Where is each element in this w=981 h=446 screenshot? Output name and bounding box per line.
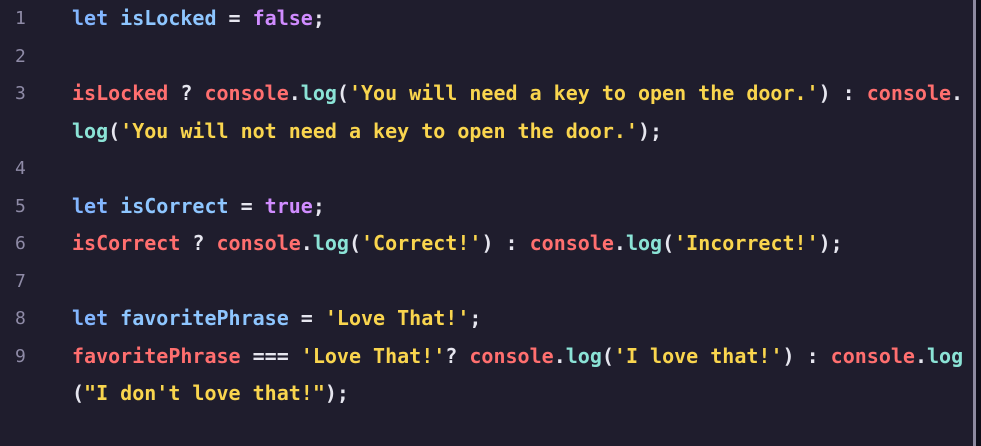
- code-token: "I don't love that!": [84, 381, 325, 405]
- code-token: isCorrect: [120, 193, 229, 218]
- line-number: 8: [15, 308, 26, 329]
- code-token: let: [72, 6, 109, 30]
- code-token: 'Love That!': [324, 306, 470, 330]
- code-token: log: [927, 343, 964, 368]
- code-token: log: [625, 231, 663, 255]
- code-token: .: [553, 343, 566, 368]
- code-text: favoritePhrase === 'Love That!'? console…: [72, 338, 973, 376]
- code-token: 'You will not need a key to open the doo…: [120, 118, 638, 143]
- code-token: log: [72, 118, 109, 143]
- code-token: .: [300, 231, 313, 255]
- code-token: false: [252, 6, 313, 30]
- code-token: ;: [312, 6, 325, 30]
- code-line: ("I don't love that!");: [0, 375, 973, 413]
- code-token: ?: [445, 343, 470, 368]
- line-number: 5: [15, 195, 26, 217]
- code-token: .: [288, 81, 301, 105]
- code-text: let favoritePhrase = 'Love That!';: [72, 300, 973, 338]
- code-token: ) :: [481, 231, 530, 255]
- code-token: .: [914, 343, 927, 368]
- code-token: favoritePhrase: [72, 343, 241, 368]
- code-token: ;: [469, 306, 482, 330]
- code-token: 'Correct!': [361, 231, 482, 255]
- code-token: (: [72, 381, 85, 405]
- code-lines: 1 let isLocked = false; 2 3 isLocked ? conso…: [0, 0, 973, 413]
- code-token: (: [601, 343, 614, 368]
- code-token: isLocked: [120, 6, 217, 30]
- line-number: 7: [15, 270, 26, 292]
- code-token: let: [72, 193, 109, 218]
- code-editor: 1 let isLocked = false; 2 3 isLocked ? conso…: [0, 0, 976, 446]
- code-token: .: [951, 81, 964, 105]
- code-token: );: [818, 231, 843, 255]
- code-token: (: [108, 118, 121, 143]
- code-token: ) :: [818, 81, 867, 105]
- code-text: let isCorrect = true;: [72, 188, 973, 226]
- code-line: 6 isCorrect ? console.log('Correct!') : c…: [0, 225, 973, 263]
- code-token: console: [866, 81, 952, 105]
- code-text: ("I don't love that!");: [72, 375, 973, 413]
- code-line: 7: [0, 263, 973, 301]
- code-token: ) :: [782, 343, 831, 368]
- code-token: .: [613, 231, 626, 255]
- code-token: =: [288, 306, 325, 330]
- code-token: favoritePhrase: [120, 306, 289, 330]
- code-token: =: [228, 193, 265, 218]
- code-token: );: [637, 118, 663, 143]
- code-token: isCorrect: [72, 231, 181, 255]
- code-token: console: [529, 231, 614, 255]
- code-token: =: [216, 6, 253, 30]
- code-token: 'Love That!': [300, 343, 446, 368]
- code-token: console: [469, 343, 554, 368]
- code-token: );: [324, 381, 349, 405]
- code-line: 1 let isLocked = false;: [0, 0, 973, 38]
- code-token: ;: [312, 193, 325, 218]
- code-token: ?: [168, 81, 205, 105]
- code-line: 8 let favoritePhrase = 'Love That!';: [0, 300, 973, 338]
- line-number: 1: [15, 8, 26, 29]
- line-number: 2: [15, 45, 26, 67]
- code-token: 'Incorrect!': [674, 231, 819, 255]
- code-token: log: [300, 81, 337, 105]
- code-line: log('You will not need a key to open the…: [0, 113, 973, 151]
- line-number: 9: [15, 345, 26, 367]
- code-token: log: [565, 343, 602, 368]
- code-text: log('You will not need a key to open the…: [72, 113, 973, 151]
- code-line: 3 isLocked ? console.log('You will need a…: [0, 75, 973, 113]
- code-token: (: [662, 231, 675, 255]
- code-token: 'You will need a key to open the door.': [348, 81, 819, 105]
- code-line: 2: [0, 38, 973, 76]
- code-token: true: [264, 193, 313, 218]
- code-token: let: [72, 306, 109, 330]
- code-token: ===: [240, 343, 301, 368]
- line-number: 4: [15, 158, 26, 179]
- code-text: isCorrect ? console.log('Correct!') : co…: [72, 225, 973, 263]
- code-text: isLocked ? console.log('You will need a …: [72, 75, 973, 113]
- code-token: console: [204, 81, 289, 105]
- code-text: let isLocked = false;: [72, 0, 973, 38]
- code-token: isLocked: [72, 81, 169, 105]
- code-token: ?: [180, 231, 217, 255]
- code-token: (: [348, 231, 362, 255]
- code-token: (: [336, 81, 349, 105]
- code-token: console: [216, 231, 301, 255]
- line-number: 3: [15, 83, 26, 104]
- code-token: 'I love that!': [613, 343, 783, 368]
- code-line: 5 let isCorrect = true;: [0, 188, 973, 226]
- code-line: 9 favoritePhrase === 'Love That!'? consol…: [0, 338, 973, 376]
- line-number: 6: [15, 233, 26, 254]
- code-line: 4: [0, 150, 973, 188]
- code-token: console: [830, 343, 915, 368]
- code-token: log: [312, 231, 349, 255]
